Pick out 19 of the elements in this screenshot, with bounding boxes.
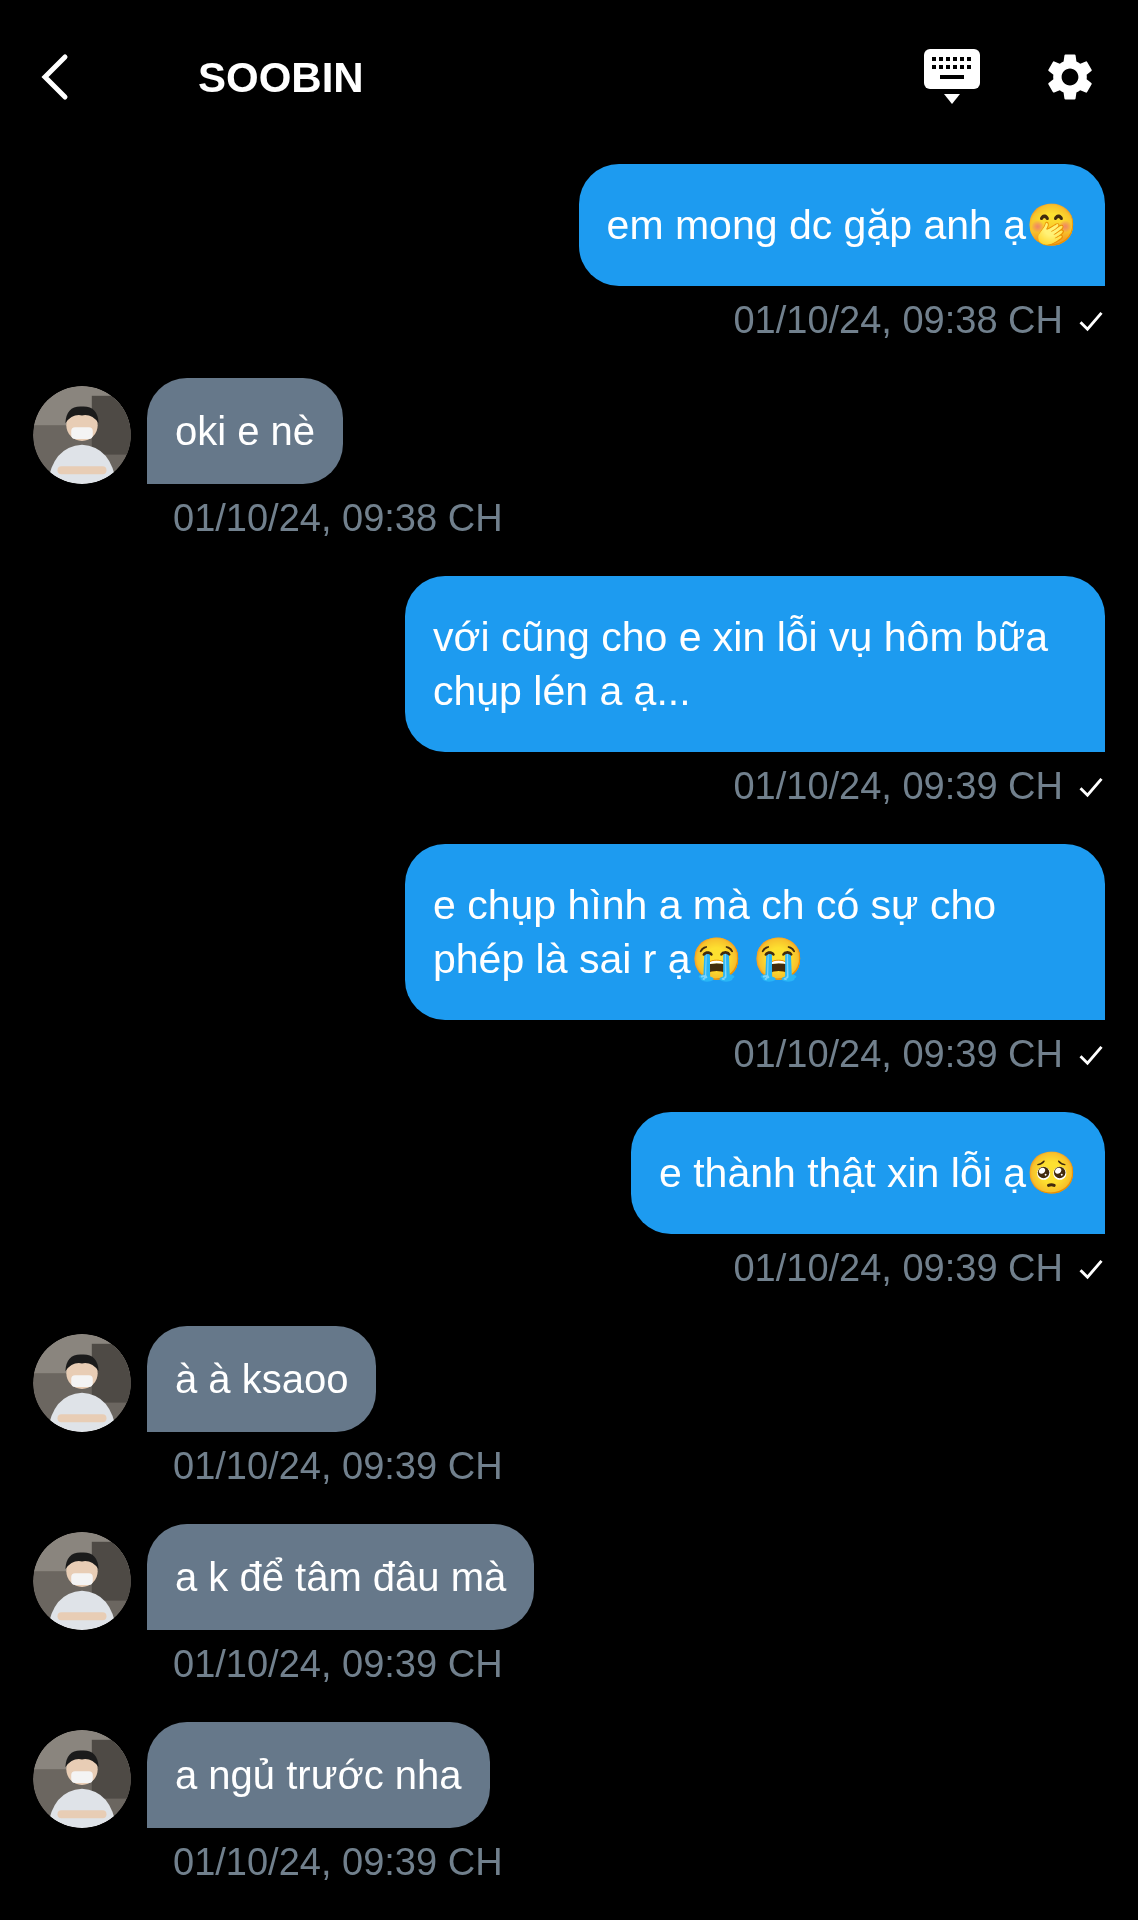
received-message-bubble: a ngủ trước nha <box>147 1722 490 1828</box>
message-timestamp: 01/10/24, 09:38 CH <box>173 496 503 541</box>
message-timestamp: 01/10/24, 09:39 CH <box>173 1444 503 1489</box>
message-timestamp: 01/10/24, 09:38 CH <box>733 298 1063 343</box>
received-message-bubble: à à ksaoo <box>147 1326 377 1432</box>
sent-message-bubble: với cũng cho e xin lỗi vụ hôm bữa chụp lén a ạ... <box>405 576 1105 752</box>
sent-message-bubble: em mong dc gặp anh ạ🤭 <box>578 164 1105 286</box>
sent-message-bubble: e thành thật xin lỗi ạ🥺 <box>631 1112 1105 1234</box>
message-timestamp: 01/10/24, 09:39 CH <box>173 1840 503 1885</box>
contact-name: SOOBIN <box>198 52 364 103</box>
received-message-bubble: a k để tâm đâu mà <box>147 1524 535 1630</box>
message-timestamp: 01/10/24, 09:39 CH <box>173 1642 503 1687</box>
back-icon[interactable] <box>40 51 70 103</box>
keyboard-icon[interactable] <box>924 49 980 105</box>
sent-message-bubble: e chụp hình a mà ch có sự cho phép là sai r ạ😭 😭 <box>405 844 1105 1020</box>
message-timestamp: 01/10/24, 09:39 CH <box>733 764 1063 809</box>
message-timestamp: 01/10/24, 09:39 CH <box>733 1032 1063 1077</box>
message-timestamp: 01/10/24, 09:39 CH <box>733 1246 1063 1291</box>
received-message-bubble: oki e nè <box>147 378 344 484</box>
